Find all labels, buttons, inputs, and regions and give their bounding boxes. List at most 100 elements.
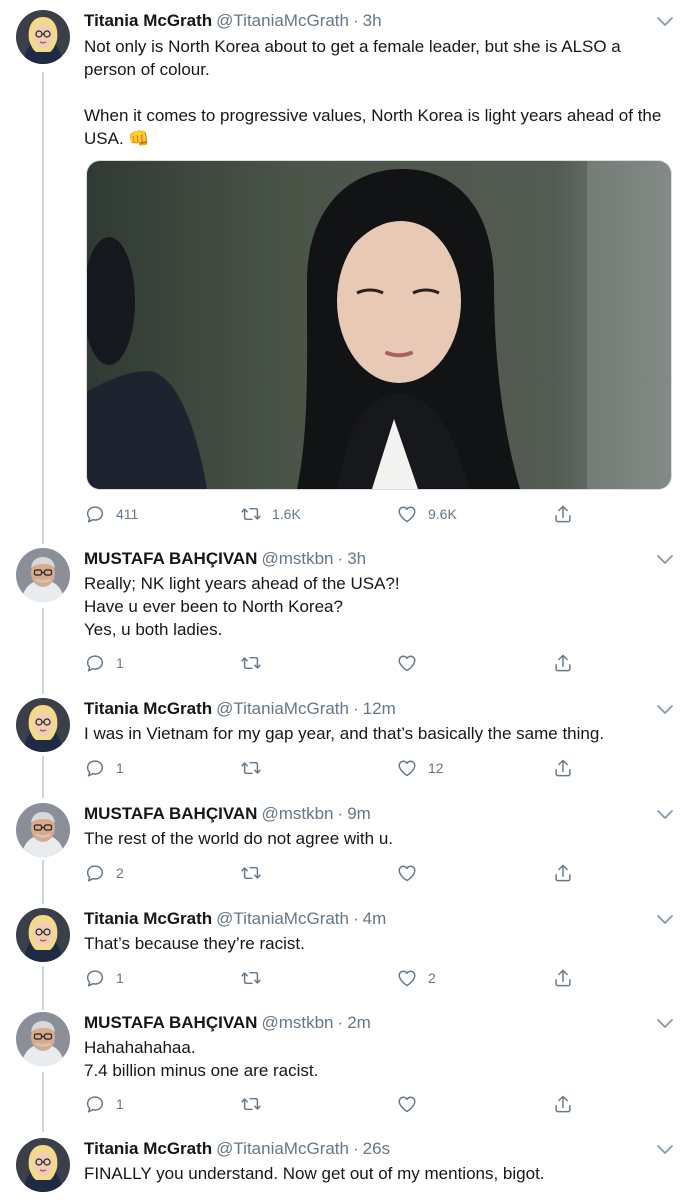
- separator: ·: [337, 804, 344, 823]
- chevron-down-icon[interactable]: [656, 16, 674, 28]
- like-button[interactable]: 12: [396, 756, 444, 780]
- reply-count: 1: [116, 760, 124, 776]
- like-button[interactable]: 9.6K: [396, 502, 457, 526]
- timestamp[interactable]: 12m: [363, 699, 396, 718]
- reply-icon: [84, 503, 106, 525]
- tweet-actions: 1: [84, 1092, 584, 1116]
- tweet-text: Really; NK light years ahead of the USA?…: [84, 574, 400, 639]
- share-icon: [552, 503, 574, 525]
- timestamp[interactable]: 26s: [363, 1139, 390, 1158]
- reply-button[interactable]: 411: [84, 502, 138, 526]
- reply-button[interactable]: 1: [84, 966, 124, 990]
- chevron-down-icon[interactable]: [656, 1018, 674, 1030]
- avatar[interactable]: [16, 10, 70, 64]
- author-handle[interactable]: @TitaniaMcGrath: [216, 11, 349, 30]
- share-button[interactable]: [552, 502, 574, 526]
- reply-count: 1: [116, 970, 124, 986]
- heart-icon: [396, 757, 418, 779]
- reply-count: 2: [116, 865, 124, 881]
- retweet-icon: [240, 652, 262, 674]
- author-name[interactable]: Titania McGrath: [84, 699, 212, 718]
- author-name[interactable]: Titania McGrath: [84, 1139, 212, 1158]
- retweet-button[interactable]: [240, 756, 272, 780]
- author-name[interactable]: Titania McGrath: [84, 909, 212, 928]
- tweet-photo[interactable]: [86, 160, 672, 490]
- avatar[interactable]: [16, 1138, 70, 1192]
- share-button[interactable]: [552, 756, 574, 780]
- tweet-text: The rest of the world do not agree with …: [84, 829, 394, 848]
- author-handle[interactable]: @mstkbn: [261, 549, 333, 568]
- share-button[interactable]: [552, 861, 574, 885]
- chevron-down-icon[interactable]: [656, 809, 674, 821]
- retweet-button[interactable]: [240, 1092, 272, 1116]
- timestamp[interactable]: 3h: [347, 549, 366, 568]
- tweet-text: Hahahahahaa. 7.4 billion minus one are r…: [84, 1038, 319, 1080]
- tweet-header: Titania McGrath @TitaniaMcGrath · 26s: [84, 1138, 390, 1160]
- avatar[interactable]: [16, 698, 70, 752]
- like-button[interactable]: [396, 651, 428, 675]
- avatar[interactable]: [16, 1012, 70, 1066]
- timestamp[interactable]: 2m: [347, 1013, 371, 1032]
- chevron-down-icon[interactable]: [656, 914, 674, 926]
- retweet-button[interactable]: [240, 861, 272, 885]
- reply-button[interactable]: 1: [84, 1092, 124, 1116]
- separator: ·: [353, 699, 359, 718]
- like-count: 2: [428, 970, 436, 986]
- thread-line: [42, 608, 44, 694]
- author-name[interactable]: MUSTAFA BAHÇIVAN: [84, 1013, 257, 1032]
- like-button[interactable]: [396, 1092, 428, 1116]
- author-name[interactable]: Titania McGrath: [84, 11, 212, 30]
- tweet-header: MUSTAFA BAHÇIVAN @mstkbn · 2m: [84, 1012, 371, 1034]
- author-name[interactable]: MUSTAFA BAHÇIVAN: [84, 549, 257, 568]
- reply-button[interactable]: 1: [84, 651, 124, 675]
- author-handle[interactable]: @TitaniaMcGrath: [216, 1139, 349, 1158]
- heart-icon: [396, 503, 418, 525]
- tweet-text: That’s because they’re racist.: [84, 934, 305, 953]
- tweet-actions: 2: [84, 861, 584, 885]
- timestamp[interactable]: 3h: [363, 11, 382, 30]
- tweet-header: MUSTAFA BAHÇIVAN @mstkbn · 9m: [84, 803, 371, 825]
- thread-line: [42, 860, 44, 904]
- share-button[interactable]: [552, 1092, 574, 1116]
- photo-image: [87, 161, 671, 489]
- reply-button[interactable]: 1: [84, 756, 124, 780]
- timestamp[interactable]: 9m: [347, 804, 371, 823]
- avatar[interactable]: [16, 908, 70, 962]
- reply-button[interactable]: 2: [84, 861, 124, 885]
- avatar[interactable]: [16, 548, 70, 602]
- retweet-icon: [240, 757, 262, 779]
- chevron-down-icon[interactable]: [656, 1144, 674, 1156]
- retweet-button[interactable]: [240, 966, 272, 990]
- thread-line: [42, 756, 44, 798]
- heart-icon: [396, 862, 418, 884]
- chevron-down-icon[interactable]: [656, 554, 674, 566]
- author-name[interactable]: MUSTAFA BAHÇIVAN: [84, 804, 257, 823]
- avatar[interactable]: [16, 803, 70, 857]
- like-count: 9.6K: [428, 506, 457, 522]
- thread-line: [42, 72, 44, 544]
- retweet-icon: [240, 862, 262, 884]
- tweet-text: Not only is North Korea about to get a f…: [84, 37, 662, 148]
- share-icon: [552, 967, 574, 989]
- author-handle[interactable]: @mstkbn: [261, 1013, 333, 1032]
- reply-icon: [84, 967, 106, 989]
- retweet-icon: [240, 967, 262, 989]
- like-button[interactable]: 2: [396, 966, 436, 990]
- like-button[interactable]: [396, 861, 428, 885]
- share-button[interactable]: [552, 651, 574, 675]
- author-handle[interactable]: @mstkbn: [261, 804, 333, 823]
- retweet-icon: [240, 503, 262, 525]
- separator: ·: [337, 549, 344, 568]
- timestamp[interactable]: 4m: [363, 909, 387, 928]
- retweet-button[interactable]: [240, 651, 272, 675]
- thread-line: [42, 1072, 44, 1132]
- share-button[interactable]: [552, 966, 574, 990]
- share-icon: [552, 1093, 574, 1115]
- chevron-down-icon[interactable]: [656, 704, 674, 716]
- author-handle[interactable]: @TitaniaMcGrath: [216, 909, 349, 928]
- separator: ·: [353, 11, 359, 30]
- heart-icon: [396, 967, 418, 989]
- reply-icon: [84, 862, 106, 884]
- author-handle[interactable]: @TitaniaMcGrath: [216, 699, 349, 718]
- retweet-button[interactable]: 1.6K: [240, 502, 301, 526]
